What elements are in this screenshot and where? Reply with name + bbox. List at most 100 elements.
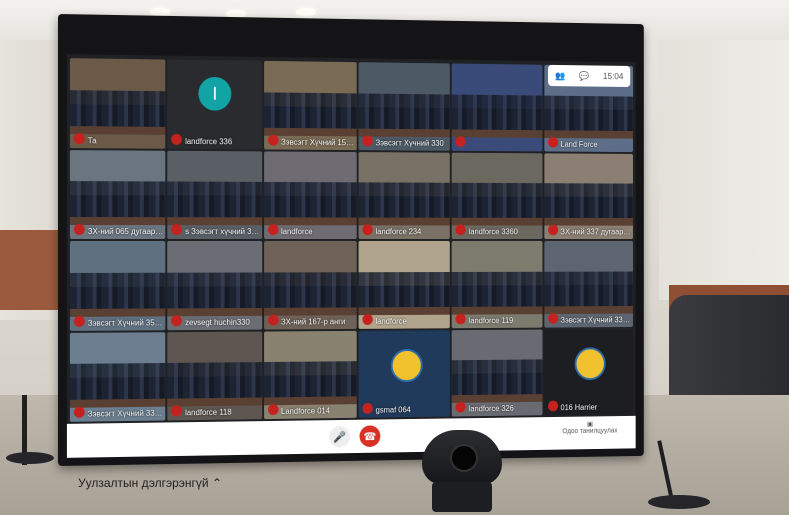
participant-name: ЗХ-ний 337 дугаар анги: [560, 227, 632, 237]
mic-muted-icon: [73, 315, 85, 327]
desk-row: [358, 306, 451, 315]
participant-name: s Зэвсэгт хүчний 337 дугаар: [185, 227, 260, 237]
participant-tile[interactable]: Зэвсэгт Хүчний 333 дугаар анги: [69, 331, 166, 422]
participant-tile[interactable]: Та: [69, 58, 166, 149]
participants-back-row: [263, 361, 357, 376]
participant-tile[interactable]: landforce 234: [358, 151, 451, 240]
participant-name: landforce 119: [468, 315, 514, 325]
participant-tile[interactable]: ЗХ-ний 167-р анги: [263, 240, 357, 330]
participant-tile[interactable]: Ilandforce 336: [167, 59, 262, 149]
participant-name: Landforce 014: [281, 406, 330, 416]
left-wood-panel: [0, 230, 60, 310]
participant-tile[interactable]: 016 Harrier: [544, 328, 633, 416]
participants-back-row: [544, 183, 633, 197]
desk-row: [69, 125, 166, 135]
participant-name: zevsegt huchin330: [185, 317, 250, 327]
desk-row: [451, 128, 543, 138]
desk-row: [451, 305, 543, 315]
participant-name: Зэвсэгт Хүчний 353 дугаар анги: [87, 317, 165, 328]
people-icon[interactable]: 👥: [555, 70, 565, 81]
desk-row: [263, 217, 357, 226]
participant-tile[interactable]: Зэвсэгт Хүчний 330: [358, 62, 451, 151]
mic-muted-icon: [547, 312, 558, 324]
participant-tile[interactable]: Зэвсэгт Хүчний 353 дугаар анги: [69, 240, 166, 331]
unit-logo-icon: [390, 348, 423, 382]
mic-muted-icon: [455, 224, 466, 236]
participant-tile[interactable]: landforce 118: [167, 331, 262, 421]
mic-muted-icon: [171, 405, 183, 417]
video-call-screen: Та Ilandforce 336 Зэвсэгт Хүчний 150-р анг…: [66, 54, 636, 458]
participants-back-row: [69, 272, 166, 287]
present-label: Одоо танилцуулах: [562, 427, 618, 436]
present-now-button[interactable]: ▣ Одоо танилцуулах: [562, 420, 617, 435]
participant-tile[interactable]: ЗХ-ний 337 дугаар анги: [544, 152, 633, 240]
mic-muted-icon: [267, 314, 279, 326]
participants-back-row: [167, 181, 262, 196]
mic-button[interactable]: 🎤: [329, 425, 351, 448]
television: Та Ilandforce 336 Зэвсэгт Хүчний 150-р анг…: [58, 14, 644, 466]
participants-back-row: [544, 271, 633, 285]
participant-name: ЗХ-ний 065 дугаар анги: [87, 227, 165, 237]
participants-back-row: [263, 181, 357, 197]
participants-back-row: [69, 89, 166, 105]
participant-tile[interactable]: gsmaf 064: [358, 329, 451, 418]
participant-tile[interactable]: landforce 3360: [451, 152, 543, 240]
desk-row: [167, 217, 262, 226]
participant-name: landforce 234: [375, 227, 422, 237]
chat-icon[interactable]: 💬: [579, 71, 589, 82]
end-call-button[interactable]: ☎: [359, 425, 381, 448]
participants-back-row: [451, 359, 543, 374]
clock-time: 15:04: [602, 71, 624, 82]
participant-tile[interactable]: Зэвсэгт Хүчний 150-р анги: [263, 60, 357, 150]
mic-muted-icon: [362, 135, 373, 146]
participants-back-row: [358, 92, 451, 108]
participant-tile[interactable]: landforce: [358, 240, 451, 329]
participant-name: landforce 118: [185, 407, 232, 418]
participant-name: landforce: [375, 316, 407, 326]
camera-head: [422, 430, 502, 485]
conference-camera: [422, 430, 502, 515]
participant-tile[interactable]: landforce 326: [451, 329, 543, 417]
mic-muted-icon: [362, 224, 373, 236]
participant-name: Зэвсэгт Хүчний 333 дугаар анги: [87, 408, 165, 419]
participant-tile[interactable]: landforce 119: [451, 240, 543, 328]
participants-back-row: [451, 94, 543, 109]
participants-back-row: [167, 362, 262, 377]
participant-name: Land Force: [560, 139, 598, 149]
desk-row: [544, 217, 633, 226]
participant-grid: Та Ilandforce 336 Зэвсэгт Хүчний 150-р анг…: [69, 58, 633, 422]
participant-tile[interactable]: s Зэвсэгт хүчний 337 дугаар: [167, 150, 262, 240]
mic-muted-icon: [171, 133, 183, 145]
participants-back-row: [167, 271, 262, 287]
mic-muted-icon: [547, 136, 558, 148]
desk-row: [263, 306, 357, 316]
participants-back-row: [69, 181, 166, 196]
meeting-details-title[interactable]: Уулзалтын дэлгэрэнгүй ⌃: [78, 476, 222, 490]
participant-tile[interactable]: [451, 63, 543, 151]
participant-tile[interactable]: ЗХ-ний 065 дугаар анги: [69, 149, 166, 240]
participants-back-row: [451, 182, 543, 197]
desk-row: [69, 217, 166, 226]
mic-muted-icon: [362, 313, 373, 325]
participants-back-row: [263, 271, 357, 286]
microphone-base-left: [6, 452, 54, 464]
participant-name: Та: [87, 135, 97, 145]
right-wall: [659, 40, 789, 300]
participant-name: Зэвсэгт Хүчний 330: [375, 138, 444, 148]
mic-muted-icon: [73, 406, 85, 418]
participant-name: landforce 3360: [468, 227, 518, 237]
participant-tile[interactable]: landforce: [263, 150, 357, 240]
call-controls: 🎤 ☎: [329, 425, 381, 448]
participant-tile[interactable]: Landforce 014: [263, 330, 357, 420]
participant-tile[interactable]: zevsegt huchin330: [167, 240, 262, 330]
participant-tile[interactable]: Зэвсэгт Хүчний 331 дугаар анги: [544, 240, 633, 328]
desk-row: [69, 307, 166, 317]
desk-row: [167, 307, 262, 316]
mic-muted-icon: [455, 135, 466, 147]
mic-muted-icon: [267, 224, 279, 236]
phone-hangup-icon: ☎: [363, 430, 377, 443]
desk-row: [263, 396, 357, 406]
participants-back-row: [544, 95, 633, 110]
chevron-up-icon: ⌃: [211, 476, 223, 490]
desk-row: [544, 129, 633, 139]
